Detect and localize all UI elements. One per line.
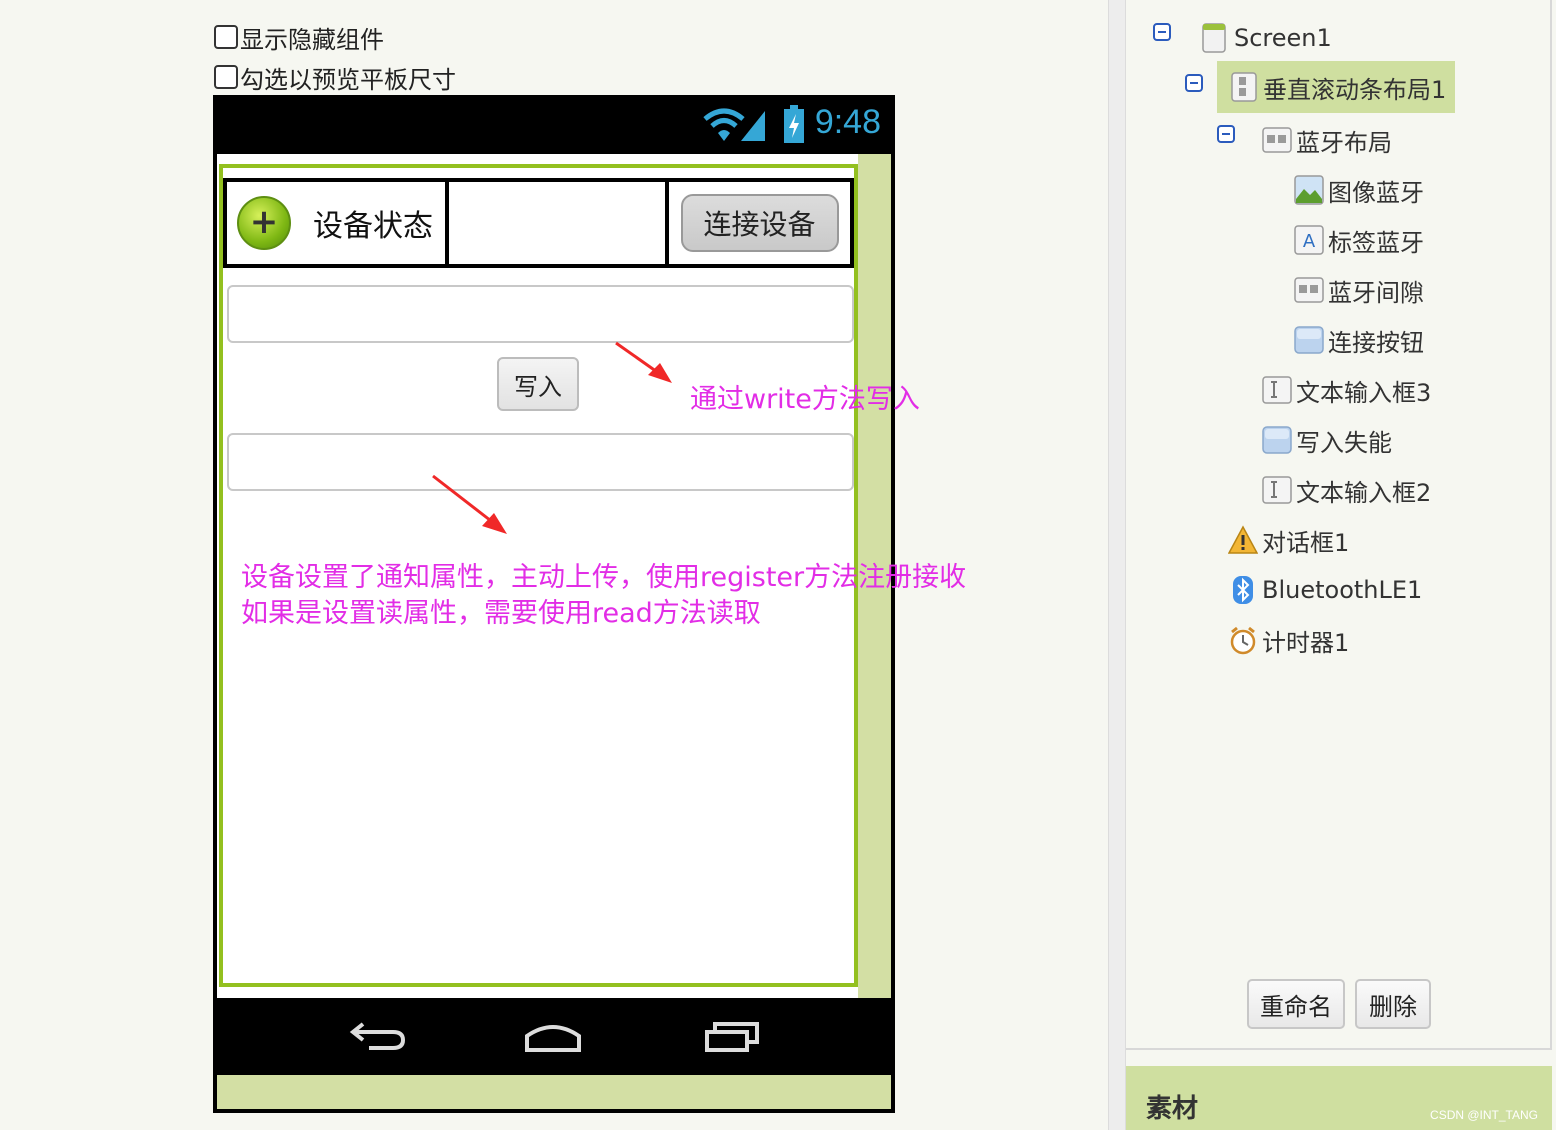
media-panel: 素材 CSDN @INT_TANG	[1126, 1066, 1552, 1130]
notifier-warning-icon	[1228, 525, 1258, 554]
tree-node-text-input-3[interactable]: 文本输入框3	[1262, 370, 1431, 410]
tree-label: 蓝牙间隙	[1328, 278, 1424, 307]
tree-node-text-input-2[interactable]: 文本输入框2	[1262, 470, 1431, 510]
tree-label: 对话框1	[1262, 528, 1350, 557]
tree-node-clock1[interactable]: 计时器1	[1228, 620, 1349, 660]
delete-button[interactable]: 删除	[1355, 979, 1431, 1029]
register-method-annotation: 设备设置了通知属性，主动上传，使用register方法注册接收	[241, 562, 967, 593]
collapse-vertical-scroll-icon[interactable]	[1185, 74, 1203, 92]
write-button[interactable]: 写入	[497, 357, 579, 411]
textbox-icon	[1262, 376, 1292, 404]
tree-label: 文本输入框2	[1296, 478, 1432, 507]
tree-label: 文本输入框3	[1296, 378, 1432, 407]
tree-label: Screen1	[1234, 24, 1332, 52]
status-time: 9:48	[814, 103, 881, 141]
tree-label: 写入失能	[1296, 428, 1392, 457]
panel-divider[interactable]	[1108, 0, 1126, 1130]
horizontal-layout-icon	[1262, 127, 1292, 153]
components-panel: Screen1 垂直滚动条布局1 蓝牙布局 图像蓝牙 A 标签蓝牙 蓝牙间隙 连…	[1126, 0, 1552, 1050]
show-hidden-label: 显示隐藏组件	[240, 25, 384, 54]
status-bar: 9:48	[213, 95, 895, 154]
tablet-preview-checkbox[interactable]	[214, 65, 238, 89]
connect-device-button[interactable]: 连接设备	[680, 194, 839, 252]
image-icon	[1294, 175, 1324, 205]
phone-bottom-strip	[217, 1075, 891, 1109]
textbox-icon	[1262, 476, 1292, 504]
read-method-annotation: 如果是设置读属性，需要使用read方法读取	[241, 598, 761, 629]
tree-node-bluetoothle1[interactable]: BluetoothLE1	[1228, 570, 1422, 610]
horizontal-layout-icon	[1294, 277, 1324, 303]
show-hidden-checkbox[interactable]	[214, 25, 238, 49]
tree-label: 计时器1	[1262, 628, 1350, 657]
screen-icon	[1202, 23, 1226, 53]
text-input-2[interactable]	[227, 433, 854, 491]
tree-label: 垂直滚动条布局1	[1263, 75, 1447, 104]
tablet-preview-label: 勾选以预览平板尺寸	[240, 65, 456, 94]
bluetooth-image-and-label-cell: + 设备状态	[227, 182, 449, 264]
media-panel-title: 素材	[1146, 1094, 1199, 1124]
collapse-screen1-icon[interactable]	[1153, 23, 1171, 41]
show-hidden-components-option[interactable]: 显示隐藏组件	[214, 23, 384, 54]
tree-node-write-disabled[interactable]: 写入失能	[1262, 420, 1392, 460]
tree-node-vertical-scroll-layout[interactable]: 垂直滚动条布局1	[1217, 61, 1455, 113]
device-status-label[interactable]: 设备状态	[313, 201, 433, 245]
write-method-annotation: 通过write方法写入	[690, 384, 920, 415]
recent-apps-icon	[705, 1022, 759, 1052]
clock-icon	[1230, 626, 1256, 655]
bluetooth-layout[interactable]: + 设备状态 连接设备	[223, 178, 854, 268]
plus-icon[interactable]: +	[237, 196, 291, 250]
text-input-3[interactable]	[227, 285, 854, 343]
tree-node-bluetooth-gap[interactable]: 蓝牙间隙	[1294, 270, 1424, 310]
battery-icon	[784, 105, 804, 143]
tree-label: 蓝牙布局	[1296, 128, 1392, 157]
tree-label: 连接按钮	[1328, 328, 1424, 357]
button-icon	[1262, 426, 1292, 454]
connect-button-cell: 连接设备	[669, 182, 850, 264]
tree-label: 图像蓝牙	[1328, 178, 1424, 207]
label-icon: A	[1294, 225, 1324, 255]
tablet-preview-option[interactable]: 勾选以预览平板尺寸	[214, 63, 456, 94]
android-nav-bar	[217, 998, 891, 1075]
tree-node-bluetooth-layout[interactable]: 蓝牙布局	[1262, 120, 1392, 160]
home-icon	[525, 1025, 581, 1052]
tree-label: 标签蓝牙	[1328, 228, 1424, 257]
watermark: CSDN @INT_TANG	[1430, 1108, 1538, 1122]
tree-node-image-bluetooth[interactable]: 图像蓝牙	[1294, 170, 1424, 210]
tree-node-notifier1[interactable]: 对话框1	[1228, 520, 1349, 560]
button-icon	[1294, 326, 1324, 354]
rename-button[interactable]: 重命名	[1247, 979, 1345, 1029]
tree-node-label-bluetooth[interactable]: A 标签蓝牙	[1294, 220, 1424, 260]
bluetooth-gap-cell[interactable]	[449, 182, 669, 264]
vertical-scroll-layout-icon	[1231, 72, 1257, 102]
tree-label: BluetoothLE1	[1262, 576, 1423, 604]
wifi-signal-icon	[703, 108, 765, 141]
back-icon	[349, 1022, 406, 1050]
tree-node-connect-button[interactable]: 连接按钮	[1294, 320, 1424, 360]
collapse-bluetooth-layout-icon[interactable]	[1217, 125, 1235, 143]
bluetooth-icon	[1233, 576, 1253, 604]
tree-node-screen1[interactable]: Screen1	[1200, 18, 1332, 58]
svg-text:A: A	[1303, 231, 1316, 252]
